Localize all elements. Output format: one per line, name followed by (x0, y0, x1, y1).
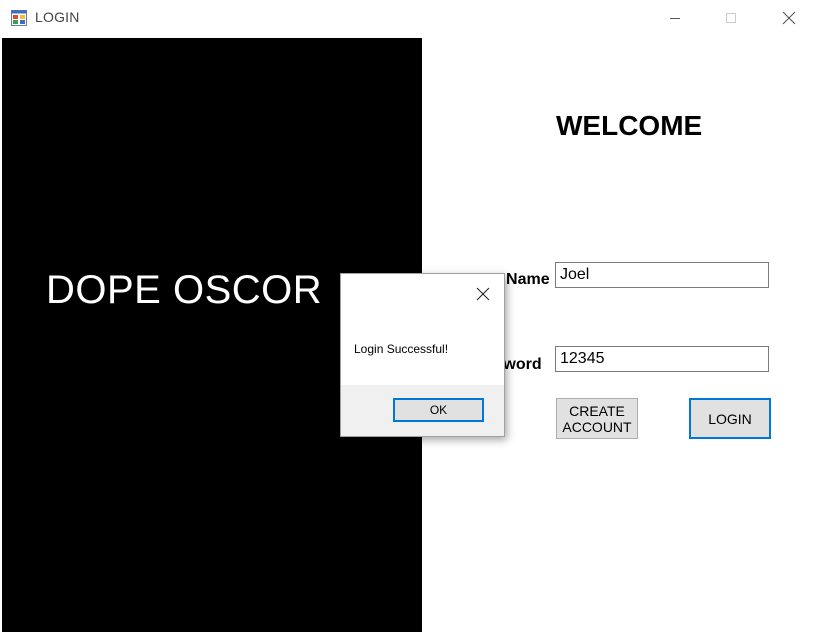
welcome-heading: WELCOME (556, 110, 703, 141)
minimize-icon (670, 18, 680, 19)
ok-button[interactable]: OK (393, 398, 484, 422)
dialog-close-icon (476, 287, 490, 301)
window-title: LOGIN (35, 9, 80, 25)
maximize-button[interactable] (708, 0, 754, 36)
login-success-dialog: Login Successful! OK (340, 273, 505, 437)
app-icon (11, 10, 27, 26)
minimize-button[interactable] (652, 0, 698, 36)
dialog-footer: OK (341, 385, 504, 436)
dialog-close-button[interactable] (468, 281, 498, 307)
close-button[interactable] (766, 0, 812, 36)
maximize-icon (726, 13, 736, 23)
brand-text: DOPE OSCOR (46, 268, 323, 312)
create-account-button[interactable]: CREATE ACCOUNT (556, 398, 638, 439)
title-bar: LOGIN (0, 0, 818, 38)
close-icon (782, 11, 796, 25)
username-field[interactable] (555, 262, 769, 288)
login-window: LOGIN DOPE OSCOR WELCOME User Name Passw… (0, 0, 818, 632)
password-field[interactable] (555, 346, 769, 372)
login-button[interactable]: LOGIN (689, 398, 771, 439)
dialog-message: Login Successful! (354, 342, 449, 356)
